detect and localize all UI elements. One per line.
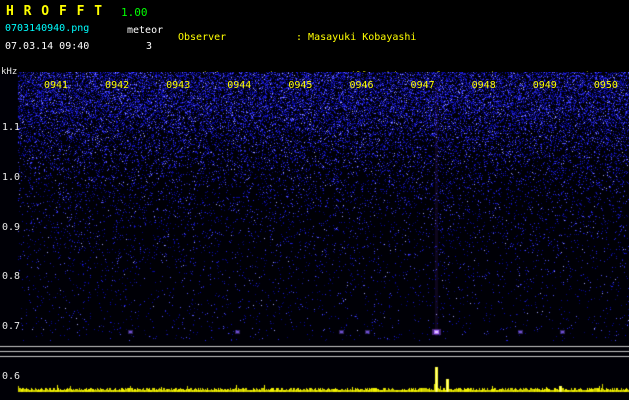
- info-row-observer: Observer: Masayuki Kobayashi: [178, 31, 591, 44]
- freq-tick-0.7: 0.7: [2, 321, 21, 333]
- freq-tick-0.9: 0.9: [2, 221, 21, 233]
- info-label: Observer: [178, 32, 227, 43]
- datetime-label: 07.03.14 09:40: [5, 41, 90, 52]
- freq-tick-0.8: 0.8: [2, 271, 21, 283]
- mode-label: meteor: [127, 25, 164, 36]
- freq-tick-1.0: 1.0: [2, 171, 21, 183]
- freq-tick-0.6: 0.6: [2, 371, 21, 382]
- time-tick-0945: 0945: [288, 80, 313, 91]
- info-colon: :: [296, 32, 309, 43]
- hrofft-window: H R O F F T 1.00 0703140940.png meteor 0…: [0, 0, 629, 400]
- y-axis-unit: kHz: [1, 67, 18, 77]
- info-value: Masayuki Kobayashi: [308, 32, 417, 43]
- time-tick-0949: 0949: [532, 80, 557, 91]
- time-tick-0941: 0941: [43, 80, 69, 91]
- output-filename: 0703140940.png: [5, 23, 90, 34]
- freq-tick-1.1: 1.1: [2, 122, 21, 133]
- time-tick-0944: 0944: [227, 80, 252, 91]
- time-tick-0943: 0943: [166, 80, 191, 91]
- spectrogram-canvas: [0, 72, 629, 400]
- time-tick-0942: 0942: [105, 80, 130, 91]
- app-title: H R O F F T: [6, 4, 104, 19]
- app-version: 1.00: [121, 6, 148, 19]
- meteor-count: 3: [146, 41, 153, 52]
- time-tick-0948: 0948: [471, 80, 496, 91]
- time-tick-0950: 0950: [593, 80, 618, 91]
- time-tick-0947: 0947: [410, 80, 435, 91]
- time-tick-0946: 0946: [349, 80, 374, 91]
